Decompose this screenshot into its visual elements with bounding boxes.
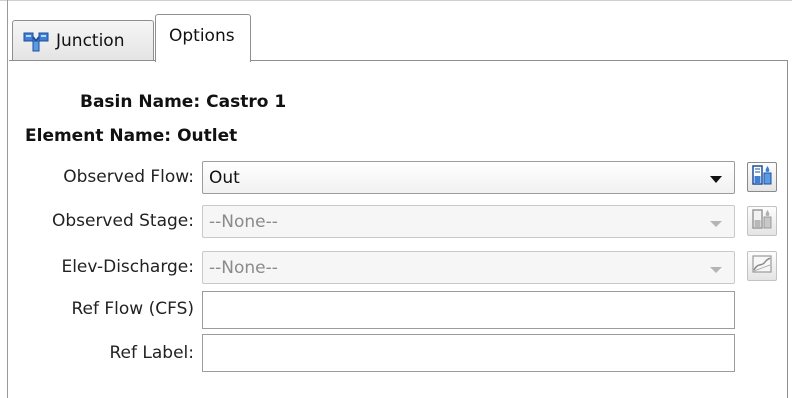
stage-gage-button[interactable] [747, 206, 777, 236]
ref-flow-input[interactable] [202, 291, 735, 329]
element-name-row: Element Name: Outlet [25, 126, 237, 146]
ref-flow-label: Ref Flow (CFS) [71, 299, 194, 319]
chevron-down-icon [710, 176, 722, 183]
observed-flow-label: Observed Flow: [63, 167, 194, 187]
ref-label-label: Ref Label: [109, 343, 195, 363]
curve-chart-button[interactable] [747, 251, 777, 281]
curve-chart-icon [751, 253, 773, 280]
flow-gage-icon [751, 164, 773, 191]
basin-name-row: Basin Name: Castro 1 [80, 92, 286, 112]
elev-discharge-value: --None-- [209, 257, 278, 278]
observed-stage-value: --None-- [209, 211, 278, 232]
tab-junction-label: Junction [56, 30, 125, 51]
chevron-down-icon [710, 267, 722, 273]
chevron-down-icon [710, 221, 722, 227]
tab-options[interactable]: Options [155, 14, 251, 62]
ref-label-input[interactable] [202, 334, 735, 372]
observed-stage-select[interactable]: --None-- [202, 205, 735, 238]
window-top-edge [0, 0, 792, 1]
window-left-edge [7, 0, 8, 398]
observed-stage-label: Observed Stage: [51, 211, 194, 231]
basin-name-value: Castro 1 [206, 92, 287, 112]
junction-icon [23, 30, 49, 52]
element-name-value: Outlet [177, 126, 238, 146]
tab-options-label: Options [169, 25, 235, 46]
elev-discharge-label: Elev-Discharge: [61, 257, 194, 277]
observed-flow-select[interactable]: Out [202, 161, 735, 194]
elev-discharge-select[interactable]: --None-- [202, 251, 735, 284]
tab-junction[interactable]: Junction [12, 20, 154, 60]
stage-gage-icon [751, 208, 773, 235]
flow-gage-button[interactable] [747, 162, 777, 192]
basin-name-label: Basin Name: [80, 92, 201, 112]
element-name-label: Element Name: [25, 126, 172, 146]
observed-flow-value: Out [209, 167, 240, 188]
